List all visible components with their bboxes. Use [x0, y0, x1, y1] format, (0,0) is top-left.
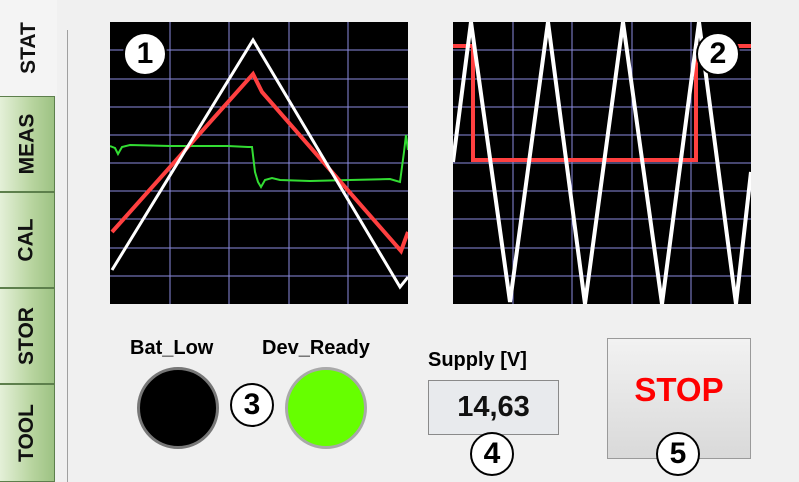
tab-cal[interactable]: CAL [0, 192, 55, 288]
marker-1: 1 [123, 32, 167, 76]
dev-ready-indicator [285, 367, 367, 449]
tab-tool[interactable]: TOOL [0, 384, 55, 482]
marker-4: 4 [470, 432, 514, 476]
scope-1-green-trace [110, 134, 408, 189]
side-tab-bar: STAT MEAS CAL STOR TOOL [0, 0, 57, 482]
tab-label: STOR [15, 307, 38, 365]
dev-ready-label: Dev_Ready [262, 337, 370, 359]
tab-label: STAT [16, 22, 40, 74]
bat-low-label: Bat_Low [130, 337, 214, 359]
tab-label: TOOL [15, 404, 39, 462]
tab-divider [67, 30, 68, 482]
tab-label: MEAS [15, 113, 38, 175]
bat-low-indicator [137, 367, 219, 449]
supply-value: 14,63 [457, 391, 530, 423]
stop-button-label: STOP [634, 370, 724, 408]
marker-3: 3 [230, 383, 274, 427]
tab-stat[interactable]: STAT [0, 0, 57, 96]
tab-label: CAL [14, 218, 38, 262]
marker-2: 2 [696, 32, 740, 76]
tab-stor[interactable]: STOR [0, 288, 55, 384]
marker-5: 5 [656, 432, 700, 476]
supply-value-display: 14,63 [428, 380, 559, 435]
supply-label: Supply [V] [428, 349, 527, 371]
tab-meas[interactable]: MEAS [0, 96, 55, 192]
